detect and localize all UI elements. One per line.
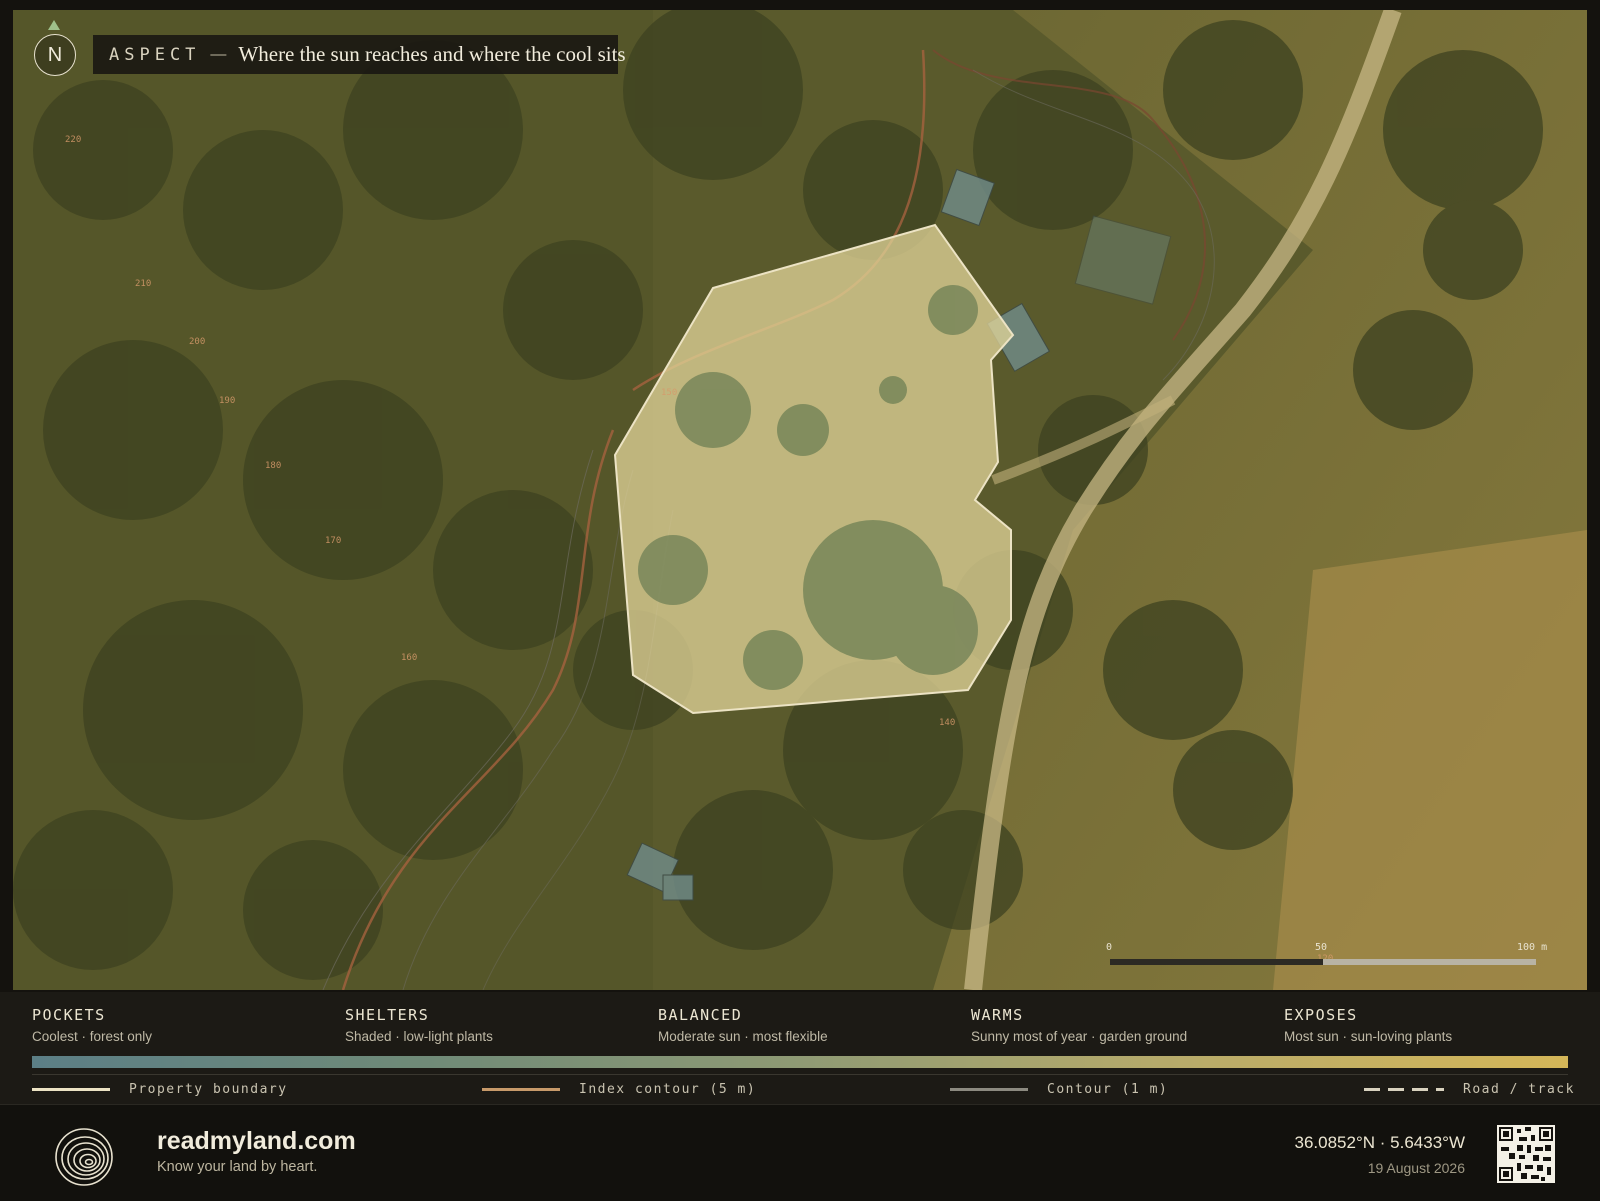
- qr-code-icon[interactable]: [1497, 1125, 1555, 1183]
- brand-name[interactable]: readmyland.com: [157, 1127, 356, 1156]
- category-name: BALANCED: [658, 1006, 743, 1024]
- title-key: ASPECT: [109, 44, 201, 65]
- legend-line-property-boundary: Property boundary: [32, 1082, 288, 1097]
- scale-label: 0: [1106, 942, 1113, 953]
- coordinates: 36.0852°N · 5.6433°W: [1294, 1133, 1465, 1152]
- legend-category-balanced: BALANCED Moderate sun · most flexible: [658, 1006, 828, 1044]
- dry-field: [1273, 530, 1587, 990]
- line-label: Property boundary: [129, 1082, 288, 1097]
- scale-label: 50: [1315, 942, 1328, 953]
- scale-bar-light: [1323, 959, 1536, 965]
- line-swatch: [482, 1088, 560, 1091]
- scale-bar: 0 50 100 m: [1106, 942, 1566, 972]
- map-date: 19 August 2026: [1367, 1160, 1465, 1176]
- line-label: Index contour (5 m): [579, 1082, 757, 1097]
- line-label: Road / track: [1463, 1082, 1575, 1097]
- contour-label: 190: [219, 396, 235, 406]
- map-sheet: 220 210 200 190 180 170 160 150 140 120 …: [0, 0, 1600, 1201]
- map-title: ASPECT — Where the sun reaches and where…: [93, 35, 626, 74]
- category-desc: Sunny most of year · garden ground: [971, 1029, 1188, 1044]
- north-arrow-icon: [48, 20, 60, 30]
- fingerprint-logo-icon: [55, 1128, 113, 1186]
- line-swatch: [950, 1088, 1028, 1091]
- category-name: EXPOSES: [1284, 1006, 1358, 1024]
- aspect-gradient-bar: [32, 1056, 1568, 1068]
- legend-category-pockets: POCKETS Coolest · forest only: [32, 1006, 152, 1044]
- legend-category-shelters: SHELTERS Shaded · low-light plants: [345, 1006, 493, 1044]
- category-desc: Most sun · sun-loving plants: [1284, 1029, 1453, 1044]
- legend-line-road: Road / track: [1364, 1082, 1575, 1097]
- legend-category-exposes: EXPOSES Most sun · sun-loving plants: [1284, 1006, 1452, 1044]
- line-label: Contour (1 m): [1047, 1082, 1169, 1097]
- title-subtitle: Where the sun reaches and where the cool…: [238, 42, 626, 66]
- legend-category-warms: WARMS Sunny most of year · garden ground: [971, 1006, 1187, 1044]
- category-desc: Coolest · forest only: [32, 1029, 153, 1044]
- legend: POCKETS Coolest · forest only SHELTERS S…: [0, 992, 1600, 1104]
- contour-label: 220: [65, 135, 81, 145]
- contour-label: 180: [265, 461, 281, 471]
- legend-line-index-contour: Index contour (5 m): [482, 1082, 756, 1097]
- title-separator: —: [210, 45, 227, 63]
- contour-label: 140: [939, 718, 955, 728]
- contour-label: 160: [401, 653, 417, 663]
- line-swatch: [1364, 1088, 1444, 1091]
- scale-label: 100 m: [1517, 942, 1548, 953]
- contour-label: 170: [325, 536, 341, 546]
- contour-label: 150: [661, 388, 677, 398]
- aerial-map[interactable]: 220 210 200 190 180 170 160 150 140 120 …: [13, 10, 1587, 990]
- legend-divider: [32, 1074, 1568, 1075]
- legend-line-contour: Contour (1 m): [950, 1082, 1168, 1097]
- map-canvas: 220 210 200 190 180 170 160 150 140 120: [13, 10, 1587, 990]
- category-desc: Shaded · low-light plants: [345, 1029, 493, 1044]
- brand-tagline: Know your land by heart.: [157, 1159, 318, 1175]
- category-name: POCKETS: [32, 1006, 106, 1024]
- category-name: WARMS: [971, 1006, 1024, 1024]
- contour-label: 200: [189, 337, 205, 347]
- compass-label: N: [47, 43, 63, 66]
- category-desc: Moderate sun · most flexible: [658, 1029, 828, 1044]
- compass-icon: N: [34, 34, 76, 76]
- scale-bar-dark: [1110, 959, 1323, 965]
- footer: readmyland.com Know your land by heart. …: [0, 1104, 1600, 1201]
- category-name: SHELTERS: [345, 1006, 430, 1024]
- line-swatch: [32, 1088, 110, 1091]
- contour-label: 210: [135, 279, 151, 289]
